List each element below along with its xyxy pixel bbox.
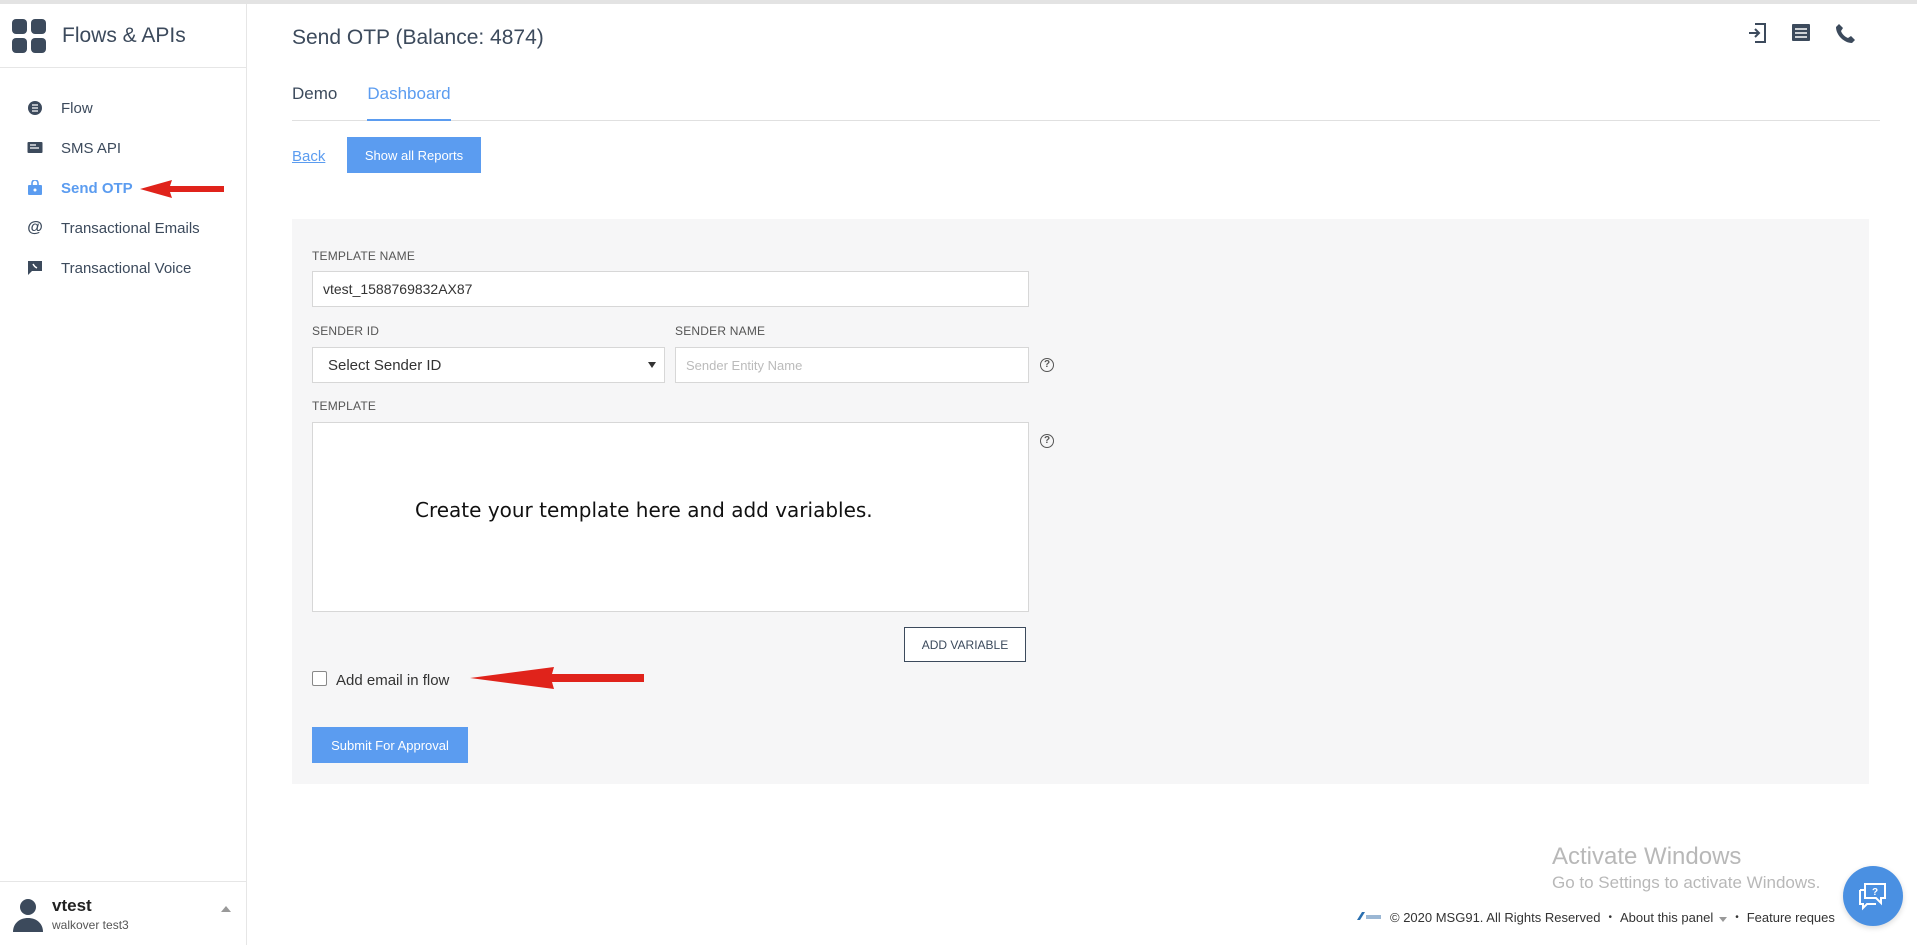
sidebar-item-sms-api[interactable]: SMS API — [0, 128, 246, 168]
header-actions — [1747, 22, 1857, 44]
watermark-title: Activate Windows — [1552, 843, 1742, 870]
footer-about-label: About this panel — [1619, 910, 1714, 925]
footer-separator-2: • — [1735, 912, 1739, 923]
flow-icon — [25, 98, 45, 118]
svg-text:?: ? — [1872, 887, 1878, 898]
footer-separator-1: • — [1608, 912, 1612, 923]
annotation-arrow-add-email — [470, 667, 644, 689]
main-content: Send OTP (Balance: 4874) Demo Dashboard … — [248, 4, 1917, 945]
submit-for-approval-button[interactable]: Submit For Approval — [312, 727, 468, 763]
footer: © 2020 MSG91. All Rights Reserved • Abou… — [1356, 910, 1835, 925]
sidebar-item-label: Transactional Emails — [61, 219, 200, 237]
dropdown-caret-icon — [648, 362, 656, 368]
template-label: TEMPLATE — [312, 399, 377, 413]
back-link[interactable]: Back — [292, 148, 325, 165]
page-title: Send OTP (Balance: 4874) — [292, 26, 544, 49]
caret-up-icon[interactable] — [221, 906, 231, 912]
phone-icon[interactable] — [1835, 22, 1857, 44]
annotation-arrow-send-otp — [140, 180, 224, 198]
tab-demo[interactable]: Demo — [292, 74, 337, 121]
sidebar-item-label: Flow — [61, 99, 93, 117]
template-textarea[interactable]: Create your template here and add variab… — [312, 422, 1029, 612]
sender-id-selected: Select Sender ID — [328, 356, 442, 374]
sms-icon — [25, 138, 45, 158]
user-company: walkover test3 — [52, 917, 129, 932]
tab-bar: Demo Dashboard — [292, 74, 1880, 121]
sender-id-select[interactable]: Select Sender ID — [312, 347, 665, 383]
watermark-subtitle: Go to Settings to activate Windows. — [1552, 873, 1821, 892]
list-icon[interactable] — [1791, 22, 1813, 44]
brand-title: Flows & APIs — [62, 23, 186, 47]
footer-copyright: © 2020 MSG91. All Rights Reserved — [1390, 910, 1601, 925]
logout-icon[interactable] — [1747, 22, 1769, 44]
show-all-reports-button[interactable]: Show all Reports — [347, 137, 481, 173]
add-email-label: Add email in flow — [336, 672, 450, 689]
user-menu[interactable]: vtest walkover test3 — [0, 881, 247, 945]
template-form: TEMPLATE NAME vtest_1588769832AX87 SENDE… — [292, 219, 1869, 784]
tab-dashboard[interactable]: Dashboard — [367, 74, 451, 121]
add-email-checkbox[interactable] — [312, 671, 327, 686]
sidebar-item-label: Transactional Voice — [61, 259, 192, 277]
template-hint-text: Create your template here and add variab… — [415, 498, 873, 522]
user-info: vtest walkover test3 — [52, 896, 129, 932]
sender-name-input[interactable]: Sender Entity Name — [675, 347, 1029, 383]
template-name-label: TEMPLATE NAME — [312, 249, 416, 263]
sidebar-item-transactional-emails[interactable]: @ Transactional Emails — [0, 208, 246, 248]
sidebar-item-label: SMS API — [61, 139, 122, 157]
app-grid-icon[interactable] — [12, 18, 46, 53]
template-help-icon[interactable]: ? — [1040, 434, 1054, 448]
sender-name-label: SENDER NAME — [675, 324, 766, 338]
chat-question-icon: ? — [1859, 883, 1886, 911]
otp-icon — [25, 178, 45, 198]
sidebar-item-label: Send OTP — [61, 179, 133, 197]
sidebar-item-transactional-voice[interactable]: Transactional Voice — [0, 248, 246, 288]
sender-id-label: SENDER ID — [312, 324, 380, 338]
voice-icon — [25, 258, 45, 278]
brand: Flows & APIs — [0, 4, 246, 68]
avatar-icon — [12, 896, 44, 932]
at-icon: @ — [27, 219, 43, 236]
sender-help-icon[interactable]: ? — [1040, 358, 1054, 372]
sidebar: Flows & APIs Flow SMS API Send OTP @ Tra… — [0, 4, 247, 945]
msg91-logo-icon — [1356, 910, 1382, 925]
footer-feature-link[interactable]: Feature reques — [1747, 910, 1835, 925]
user-name: vtest — [52, 895, 92, 915]
windows-activation-watermark: Activate Windows Go to Settings to activ… — [1552, 843, 1820, 893]
template-name-input[interactable]: vtest_1588769832AX87 — [312, 271, 1029, 307]
sidebar-item-flow[interactable]: Flow — [0, 88, 246, 128]
footer-about-link[interactable]: About this panel — [1619, 910, 1728, 925]
add-variable-button[interactable]: ADD VARIABLE — [904, 627, 1026, 662]
help-chat-button[interactable]: ? — [1843, 866, 1903, 926]
chevron-down-icon — [1719, 917, 1728, 922]
